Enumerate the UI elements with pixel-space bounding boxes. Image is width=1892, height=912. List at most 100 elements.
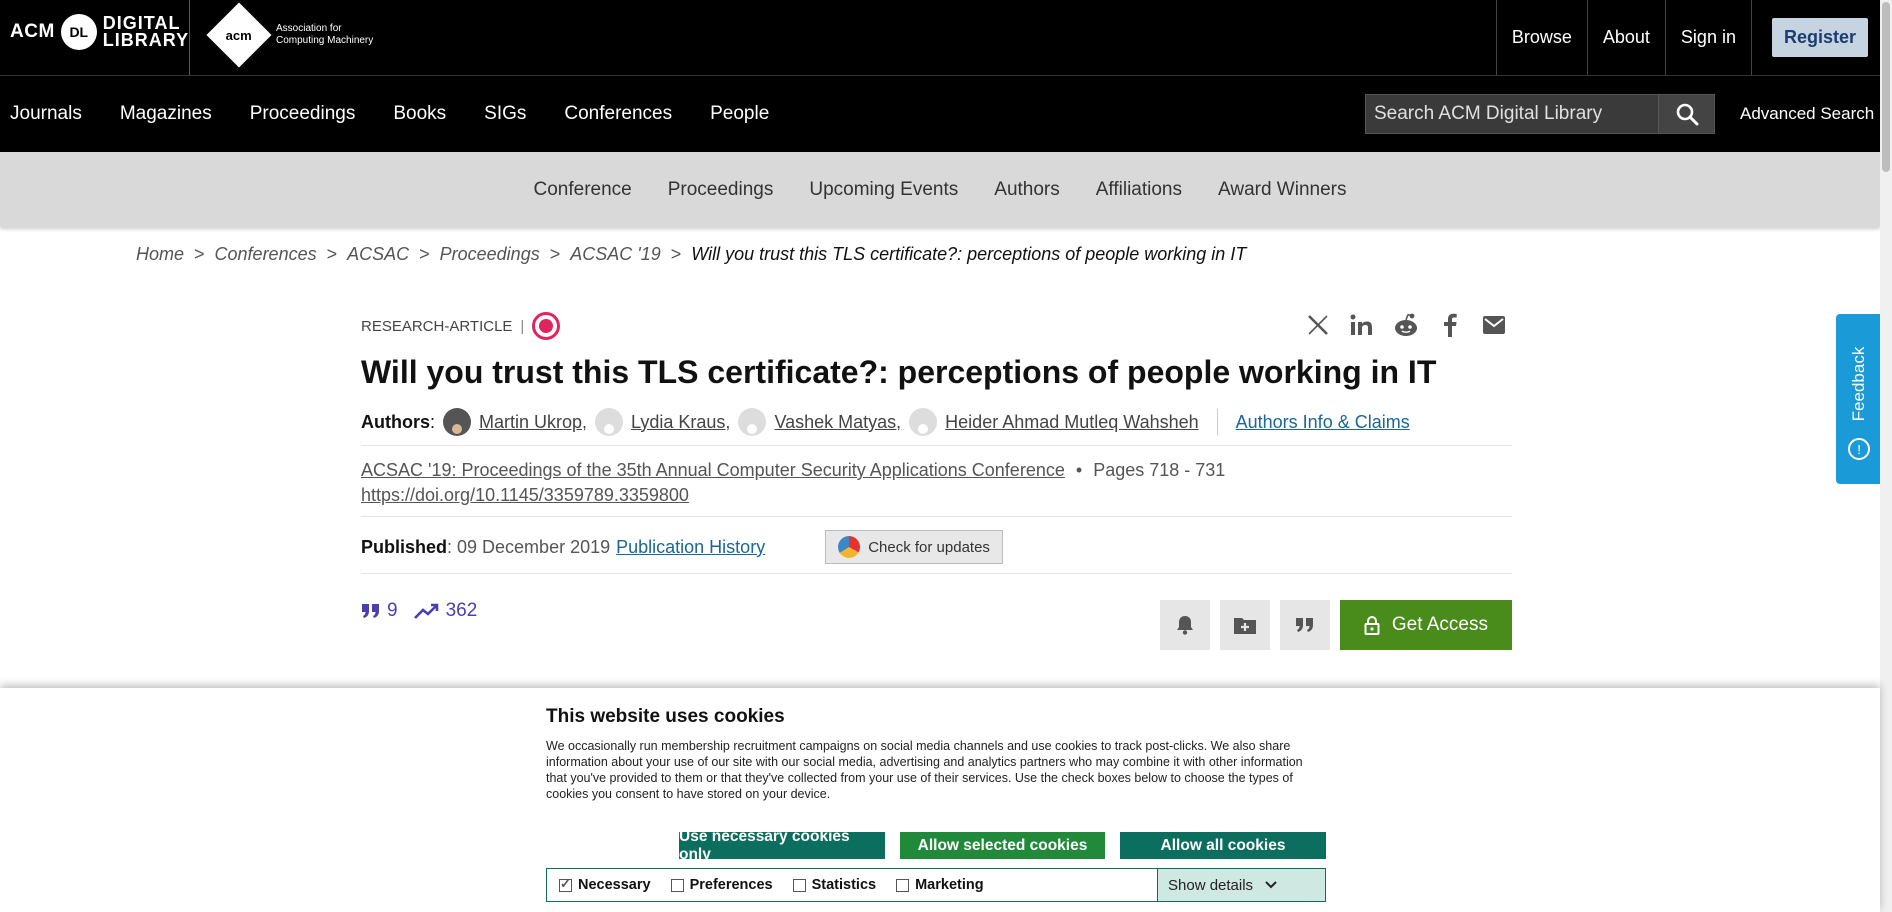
- breadcrumb-current: Will you trust this TLS certificate?: pe…: [691, 244, 1247, 264]
- about-link[interactable]: About: [1586, 0, 1665, 75]
- show-details-label: Show details: [1168, 876, 1254, 894]
- author-name[interactable]: Heider Ahmad Mutleq Wahsheh: [945, 412, 1198, 433]
- pages: Pages 718 - 731: [1093, 460, 1226, 480]
- article-header: RESEARCH-ARTICLE | Will you trust this T…: [361, 312, 1512, 654]
- publication-history-link[interactable]: Publication History: [616, 537, 765, 558]
- show-details-button[interactable]: Show details: [1157, 869, 1325, 901]
- subnav-authors[interactable]: Authors: [994, 179, 1059, 201]
- checkbox-checked[interactable]: [559, 876, 572, 892]
- nav-journals[interactable]: Journals: [10, 103, 82, 125]
- authors-row: Authors: Martin Ukrop, Lydia Kraus, Vash…: [361, 407, 1512, 437]
- breadcrumb-home[interactable]: Home: [136, 244, 184, 265]
- allow-all-cookies-button[interactable]: Allow all cookies: [1120, 832, 1326, 859]
- downloads-metric[interactable]: 362: [413, 600, 477, 622]
- facebook-icon[interactable]: [1437, 312, 1463, 338]
- lock-icon: [1364, 616, 1380, 635]
- register-button[interactable]: Register: [1771, 18, 1868, 57]
- logo-divider: [189, 0, 190, 75]
- preferences-checkbox[interactable]: Preferences: [670, 877, 773, 893]
- browse-link[interactable]: Browse: [1495, 0, 1587, 75]
- preferences-label: Preferences: [689, 877, 773, 893]
- author-name[interactable]: Martin Ukrop,: [479, 412, 587, 433]
- sign-in-link[interactable]: Sign in: [1664, 0, 1751, 75]
- necessary-checkbox[interactable]: Necessary: [559, 876, 651, 893]
- linkedin-icon[interactable]: [1349, 312, 1375, 338]
- statistics-label: Statistics: [811, 877, 877, 893]
- nav-sigs[interactable]: SIGs: [484, 103, 526, 125]
- allow-selected-cookies-button[interactable]: Allow selected cookies: [900, 832, 1105, 859]
- author-item[interactable]: Lydia Kraus,: [595, 408, 730, 436]
- breadcrumb: Home > Conferences > ACSAC > Proceedings…: [136, 244, 1246, 265]
- divider: [361, 516, 1512, 517]
- cite-button[interactable]: [1279, 600, 1330, 650]
- proceedings-link[interactable]: ACSAC '19: Proceedings of the 35th Annua…: [361, 460, 1065, 480]
- nav-books[interactable]: Books: [393, 103, 446, 125]
- subnav-proceedings[interactable]: Proceedings: [668, 179, 774, 201]
- article-title: Will you trust this TLS certificate?: pe…: [361, 354, 1437, 390]
- subnav-award-winners[interactable]: Award Winners: [1218, 179, 1346, 201]
- metrics: 9 362: [361, 600, 477, 622]
- acm-dl-logo[interactable]: ACM DL DIGITAL LIBRARY: [10, 14, 189, 50]
- author-item[interactable]: Vashek Matyas,: [738, 408, 901, 436]
- breadcrumb-conferences[interactable]: Conferences: [215, 244, 317, 265]
- reddit-icon[interactable]: [1393, 312, 1419, 338]
- checkbox[interactable]: [896, 878, 910, 892]
- marketing-label: Marketing: [915, 877, 984, 893]
- subnav-upcoming-events[interactable]: Upcoming Events: [809, 179, 958, 201]
- search-button[interactable]: [1658, 95, 1714, 133]
- checkbox[interactable]: [792, 878, 806, 892]
- alert-button[interactable]: [1159, 600, 1210, 650]
- author-item[interactable]: Martin Ukrop,: [443, 408, 587, 436]
- statistics-checkbox[interactable]: Statistics: [792, 877, 877, 893]
- doi-link[interactable]: https://doi.org/10.1145/3359789.3359800: [361, 485, 689, 505]
- logo-words: DIGITAL LIBRARY: [102, 14, 190, 50]
- logo-library: LIBRARY: [102, 30, 190, 50]
- acm-logo[interactable]: acm Association for Computing Machinery: [206, 2, 373, 68]
- search-input[interactable]: [1366, 95, 1658, 133]
- add-to-binder-button[interactable]: [1219, 600, 1270, 650]
- bullet: •: [1075, 460, 1083, 480]
- breadcrumb-proceedings[interactable]: Proceedings: [440, 244, 540, 265]
- nav-conferences[interactable]: Conferences: [564, 103, 672, 125]
- subnav-affiliations[interactable]: Affiliations: [1096, 179, 1182, 201]
- top-links: Browse About Sign in Register: [1495, 0, 1880, 75]
- use-necessary-cookies-button[interactable]: Use necessary cookies only: [679, 828, 885, 863]
- folder-plus-icon: [1233, 618, 1256, 634]
- author-avatar: [738, 408, 767, 436]
- nav-proceedings[interactable]: Proceedings: [250, 103, 356, 125]
- breadcrumb-acsac[interactable]: ACSAC: [347, 244, 409, 265]
- check-for-updates-button[interactable]: Check for updates: [825, 530, 1003, 564]
- metrics-actions-row: 9 362 Get Access: [361, 586, 1512, 654]
- scroll-thumb[interactable]: [1882, 2, 1890, 172]
- nav-people[interactable]: People: [710, 103, 769, 125]
- assoc-line-1: Association for: [276, 23, 342, 34]
- author-name[interactable]: Vashek Matyas,: [774, 412, 901, 433]
- divider: [361, 573, 1512, 574]
- marketing-checkbox[interactable]: Marketing: [896, 877, 984, 893]
- subnav-conference[interactable]: Conference: [534, 179, 632, 201]
- authors-info-link[interactable]: Authors Info & Claims: [1236, 412, 1410, 433]
- chevron-down-icon: [1265, 881, 1277, 889]
- logo-acm-text: ACM: [10, 21, 55, 42]
- feedback-tab[interactable]: Feedback !: [1836, 314, 1882, 484]
- get-access-label: Get Access: [1391, 614, 1488, 635]
- type-separator: |: [520, 317, 525, 335]
- feedback-label: Feedback: [1849, 346, 1868, 422]
- nav-magazines[interactable]: Magazines: [120, 103, 212, 125]
- quote-icon: [1295, 618, 1313, 632]
- citations-metric[interactable]: 9: [361, 600, 398, 622]
- scrollbar[interactable]: [1880, 0, 1892, 912]
- open-access-badge-icon[interactable]: [532, 312, 561, 340]
- email-icon[interactable]: [1481, 312, 1507, 338]
- author-name[interactable]: Lydia Kraus,: [631, 412, 730, 433]
- logo-dl-circle: DL: [60, 14, 97, 50]
- breadcrumb-acsac-19[interactable]: ACSAC '19: [570, 244, 660, 265]
- x-twitter-icon[interactable]: [1305, 312, 1331, 338]
- nav-items: Journals Magazines Proceedings Books SIG…: [10, 76, 807, 152]
- author-avatar: [595, 408, 624, 436]
- checkbox[interactable]: [670, 878, 684, 892]
- breadcrumb-separator: >: [549, 244, 561, 264]
- author-item[interactable]: Heider Ahmad Mutleq Wahsheh: [909, 408, 1199, 436]
- advanced-search-link[interactable]: Advanced Search: [1740, 104, 1874, 124]
- get-access-button[interactable]: Get Access: [1339, 600, 1512, 650]
